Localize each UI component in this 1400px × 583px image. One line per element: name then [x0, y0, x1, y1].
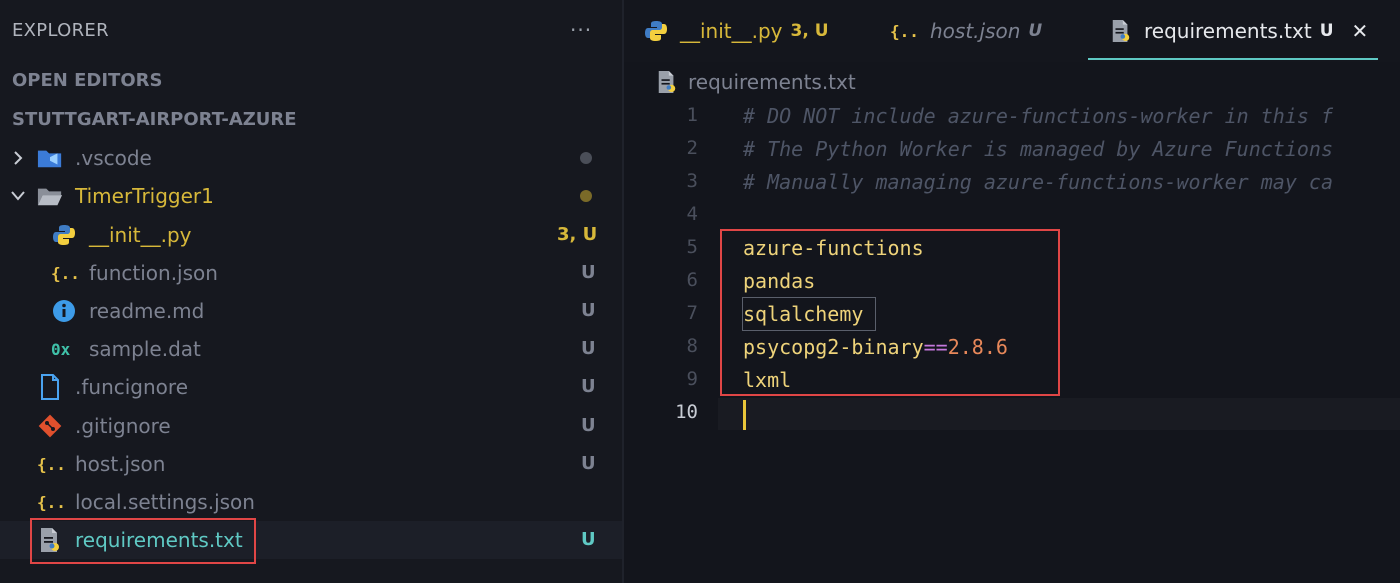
tree-item-label: function.json	[89, 261, 218, 285]
tab-requirements-txt[interactable]: requirements.txt U ✕	[1110, 0, 1368, 62]
line-number: 10	[675, 401, 698, 423]
python-icon	[51, 222, 77, 248]
tab-host-json[interactable]: {..} host.json U	[890, 0, 1042, 62]
tab-label: requirements.txt	[1144, 19, 1312, 43]
tree-item-label: TimerTrigger1	[75, 184, 214, 208]
git-status: U	[581, 453, 596, 474]
tree-item-sample-dat[interactable]: 0x sample.dat U	[0, 330, 622, 368]
breadcrumb-label: requirements.txt	[688, 70, 856, 94]
svg-text:{..}: {..}	[37, 455, 63, 474]
tree-item-label: .gitignore	[75, 414, 171, 438]
git-status: U	[581, 300, 596, 321]
file-icon	[37, 374, 63, 400]
line-number: 6	[686, 269, 698, 291]
json-icon: {..}	[37, 451, 63, 477]
code-line[interactable]: # The Python Worker is managed by Azure …	[743, 137, 1333, 161]
git-status: U	[581, 376, 596, 397]
tree-item-function-json[interactable]: {..} function.json U	[0, 254, 622, 292]
tree-item-vscode[interactable]: .vscode	[0, 139, 622, 177]
python-icon	[644, 19, 668, 43]
tree-item-gitignore[interactable]: .gitignore U	[0, 407, 622, 445]
json-icon: {..}	[51, 260, 77, 286]
tree-item-timertrigger1[interactable]: TimerTrigger1	[0, 177, 622, 215]
line-number: 1	[686, 104, 698, 126]
tree-item-label: __init__.py	[89, 223, 192, 247]
line-number: 9	[686, 368, 698, 390]
active-tab-indicator	[1088, 58, 1378, 60]
project-header[interactable]: STUTTGART-AIRPORT-AZURE	[12, 109, 297, 130]
tree-item-label: .vscode	[75, 146, 152, 170]
highlight-box	[30, 518, 256, 564]
tree-item-label: host.json	[75, 452, 166, 476]
tab-status: U	[1028, 21, 1043, 41]
close-icon[interactable]: ✕	[1352, 19, 1369, 43]
more-actions-icon[interactable]: ···	[570, 18, 592, 42]
tree-item-funcignore[interactable]: .funcignore U	[0, 368, 622, 406]
folder-open-icon	[37, 183, 63, 209]
svg-text:{..}: {..}	[37, 493, 63, 512]
tab-init-py[interactable]: __init__.py 3, U	[644, 0, 829, 62]
json-icon: {..}	[890, 19, 918, 43]
requirements-file-icon	[656, 69, 678, 95]
tree-item-init-py[interactable]: __init__.py 3, U	[0, 216, 622, 254]
git-icon	[37, 413, 63, 439]
hex-data-icon: 0x	[51, 336, 77, 362]
open-editors-header[interactable]: OPEN EDITORS	[12, 70, 162, 91]
line-number: 4	[686, 203, 698, 225]
text-cursor	[743, 400, 746, 430]
tree-item-label: local.settings.json	[75, 490, 255, 514]
chevron-down-icon	[8, 186, 28, 206]
explorer-title: EXPLORER	[12, 20, 109, 41]
problems-status: 3, U	[557, 224, 598, 245]
svg-text:{..}: {..}	[890, 22, 918, 41]
line-number: 2	[686, 137, 698, 159]
svg-text:0x: 0x	[51, 340, 71, 359]
line-number: 5	[686, 236, 698, 258]
svg-text:{..}: {..}	[51, 264, 77, 283]
tab-status: U	[1319, 21, 1334, 41]
tree-item-readme-md[interactable]: readme.md U	[0, 292, 622, 330]
tree-item-label: sample.dat	[89, 337, 201, 361]
requirements-file-icon	[1110, 18, 1132, 44]
tree-item-label: .funcignore	[75, 375, 188, 399]
git-status: U	[581, 415, 596, 436]
info-icon	[51, 298, 77, 324]
tab-status: 3, U	[790, 21, 829, 41]
line-number: 3	[686, 170, 698, 192]
json-icon: {..}	[37, 489, 63, 515]
line-number: 7	[686, 302, 698, 324]
breadcrumb[interactable]: requirements.txt	[656, 68, 856, 96]
tree-item-label: readme.md	[89, 299, 205, 323]
git-status: U	[581, 338, 596, 359]
chevron-right-icon	[8, 148, 28, 168]
tree-item-host-json[interactable]: {..} host.json U	[0, 445, 622, 483]
vscode-folder-icon	[37, 145, 63, 171]
sidebar-divider[interactable]	[622, 0, 624, 583]
status-dot	[580, 152, 592, 164]
tab-label: host.json	[930, 19, 1021, 43]
git-status: U	[581, 262, 596, 283]
code-line[interactable]: # DO NOT include azure-functions-worker …	[743, 104, 1333, 128]
tree-item-local-settings-json[interactable]: {..} local.settings.json	[0, 483, 622, 521]
git-status: U	[581, 529, 596, 550]
tab-label: __init__.py	[680, 19, 783, 43]
highlight-box	[720, 229, 1060, 396]
current-line-highlight	[718, 398, 1400, 430]
line-number: 8	[686, 335, 698, 357]
status-dot	[580, 190, 592, 202]
code-line[interactable]: # Manually managing azure-functions-work…	[743, 170, 1333, 194]
